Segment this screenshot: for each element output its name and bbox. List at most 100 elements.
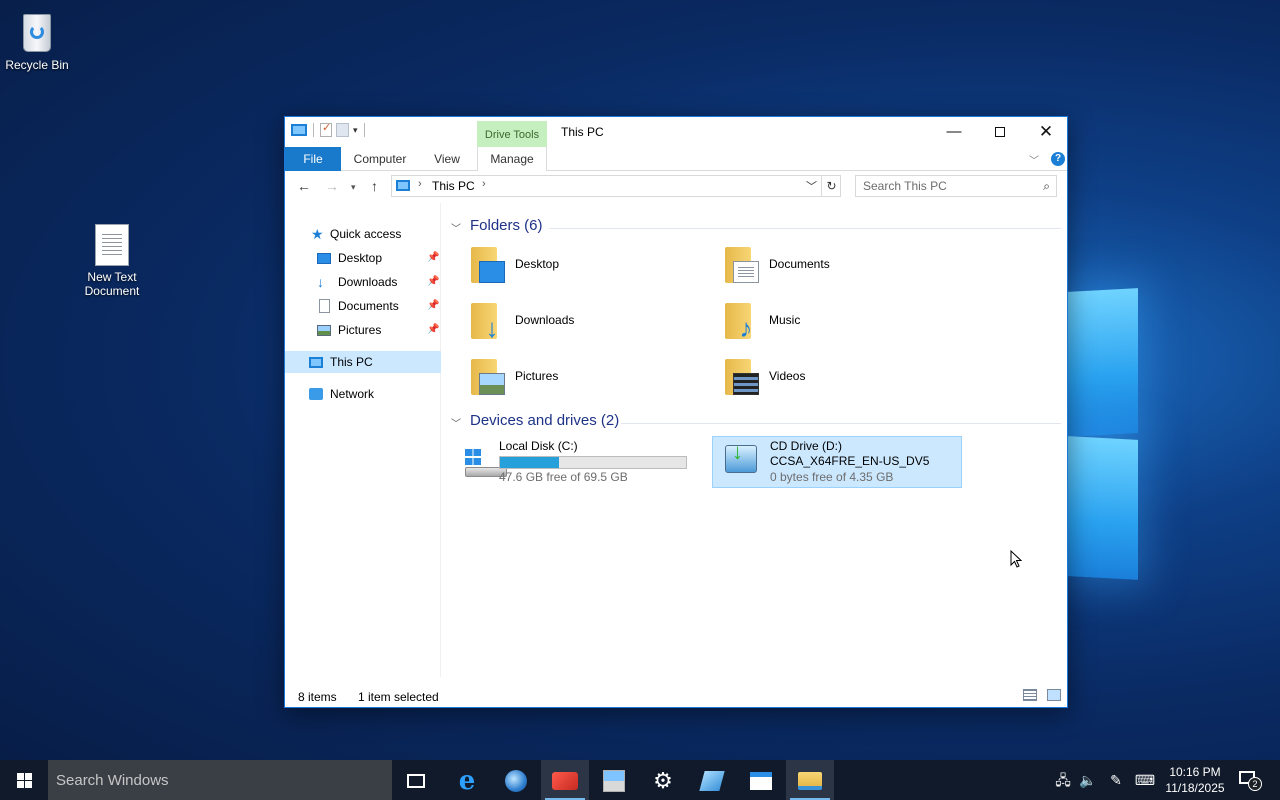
window-app-button[interactable] (737, 760, 785, 800)
expand-ribbon-chevron-icon[interactable]: ﹀ (1029, 152, 1039, 167)
folder-desktop[interactable]: Desktop (445, 241, 695, 291)
up-arrow-icon[interactable]: ↑ (371, 178, 378, 194)
address-dropdown-chevron-icon[interactable]: ﹀ (806, 178, 817, 194)
pen-app-button[interactable] (688, 760, 736, 800)
taskbar-search-box[interactable] (48, 760, 392, 800)
breadcrumb-separator-icon[interactable]: › (482, 178, 486, 190)
documents-folder-icon (725, 245, 765, 285)
computer-icon (396, 180, 410, 191)
content-pane: ﹀ Folders (6) Desktop Documents ↓ Downlo… (445, 203, 1065, 677)
minimize-button[interactable]: — (931, 117, 977, 147)
sidebar-item-label: Pictures (338, 323, 382, 337)
collapse-chevron-icon[interactable]: ﹀ (451, 415, 461, 430)
sidebar-item-network[interactable]: Network (285, 383, 441, 405)
globe-app-button[interactable] (492, 760, 540, 800)
customize-toolbar-chevron-icon[interactable]: ▾ (353, 125, 358, 136)
help-icon[interactable]: ? (1051, 152, 1065, 166)
back-arrow-icon[interactable]: ← (297, 178, 311, 194)
drive-local-disk-c[interactable]: Local Disk (C:) 47.6 GB free of 69.5 GB (445, 437, 695, 489)
keyboard-icon[interactable]: ⌨ (1132, 760, 1158, 800)
selection-info: 1 item selected (358, 690, 439, 704)
drive-free-space: 0 bytes free of 4.35 GB (770, 470, 894, 484)
large-icons-view-icon[interactable] (1047, 689, 1061, 701)
sidebar-item-label: Quick access (330, 227, 402, 241)
file-explorer-button[interactable] (786, 760, 834, 800)
group-header-devices-and-drives[interactable]: ﹀ Devices and drives (2) (449, 412, 1061, 434)
notification-count-badge: 2 (1248, 777, 1262, 791)
settings-gear-icon: ⚙ (653, 768, 673, 794)
maximize-button[interactable] (977, 117, 1023, 147)
sidebar-item-desktop[interactable]: Desktop 📌 (285, 247, 441, 269)
tab-manage[interactable]: Manage (477, 147, 547, 171)
breadcrumb-separator-icon[interactable]: › (418, 178, 422, 190)
refresh-icon[interactable]: ↻ (821, 176, 841, 196)
start-button[interactable] (0, 760, 48, 800)
folder-label: Videos (769, 369, 806, 383)
pin-icon[interactable]: 📌 (427, 295, 439, 317)
pen-workspace-icon[interactable]: ✎ (1104, 760, 1128, 800)
folder-pictures[interactable]: Pictures (445, 353, 695, 403)
recycle-bin-icon (17, 8, 57, 54)
clock[interactable]: 10:16 PM 11/18/2025 (1160, 764, 1230, 796)
red-app-button[interactable] (541, 760, 589, 800)
close-button[interactable]: ✕ (1023, 117, 1069, 147)
network-icon (309, 388, 323, 400)
new-folder-icon[interactable] (336, 123, 349, 137)
sidebar-item-this-pc[interactable]: This PC (285, 351, 441, 373)
downloads-folder-icon: ↓ (471, 301, 511, 341)
group-header-folders[interactable]: ﹀ Folders (6) (449, 217, 1061, 239)
window-app-icon (750, 772, 772, 791)
details-view-icon[interactable] (1023, 689, 1037, 701)
sidebar-item-quick-access[interactable]: ★ Quick access (285, 223, 441, 245)
pin-icon[interactable]: 📌 (427, 271, 439, 293)
search-input[interactable] (856, 176, 1026, 196)
volume-muted-icon[interactable]: 🔈✕ (1076, 760, 1100, 800)
pictures-folder-icon (471, 357, 511, 397)
drive-cd-drive-d[interactable]: ↓ CD Drive (D:) CCSA_X64FRE_EN-US_DV5 0 … (712, 436, 962, 488)
sidebar-item-pictures[interactable]: Pictures 📌 (285, 319, 441, 341)
tab-computer[interactable]: Computer (347, 147, 413, 171)
desktop-icon-new-text-document[interactable]: New Text Document (72, 224, 152, 298)
folder-documents[interactable]: Documents (699, 241, 949, 291)
recent-locations-chevron-icon[interactable]: ▾ (351, 182, 356, 193)
action-center-button[interactable]: 2 (1236, 768, 1262, 792)
network-tray-icon[interactable]: 🖧 (1052, 760, 1074, 800)
breadcrumb-this-pc[interactable]: This PC (432, 179, 475, 193)
drive-free-space: 47.6 GB free of 69.5 GB (499, 470, 628, 484)
tab-view[interactable]: View (423, 147, 471, 171)
forward-arrow-icon[interactable]: → (325, 178, 339, 194)
collapse-chevron-icon[interactable]: ﹀ (451, 220, 461, 235)
download-icon: ↓ (317, 274, 324, 290)
search-box[interactable]: ⌕ (855, 175, 1057, 197)
server-manager-button[interactable] (590, 760, 638, 800)
address-bar[interactable]: › This PC › ﹀ ↻ (391, 175, 841, 197)
settings-button[interactable]: ⚙ (639, 760, 687, 800)
desktop-folder-icon (471, 245, 511, 285)
title-bar[interactable]: ▾ Drive Tools This PC — ✕ (285, 117, 1067, 147)
folder-videos[interactable]: Videos (699, 353, 949, 403)
folder-downloads[interactable]: ↓ Downloads (445, 297, 695, 347)
internet-explorer-button[interactable]: e (443, 760, 491, 800)
file-explorer-icon (798, 772, 822, 791)
folder-label: Pictures (515, 369, 559, 383)
folder-music[interactable]: ♪ Music (699, 297, 949, 347)
taskbar-search-input[interactable] (48, 760, 378, 800)
task-view-icon (407, 774, 425, 789)
status-bar: 8 items 1 item selected (285, 685, 1067, 707)
drive-name: CD Drive (D:) (770, 439, 842, 453)
pin-icon[interactable]: 📌 (427, 247, 439, 269)
tab-file[interactable]: File (285, 147, 341, 171)
desktop-icon-recycle-bin[interactable]: Recycle Bin (0, 8, 77, 72)
task-view-button[interactable] (392, 760, 440, 800)
music-folder-icon: ♪ (725, 301, 765, 341)
navigation-pane: ★ Quick access Desktop 📌 ↓ Downloads 📌 D… (285, 203, 441, 677)
sidebar-item-documents[interactable]: Documents 📌 (285, 295, 441, 317)
globe-icon (505, 770, 527, 793)
pin-icon[interactable]: 📌 (427, 319, 439, 341)
cd-drive-icon: ↓ (723, 439, 767, 479)
sidebar-item-downloads[interactable]: ↓ Downloads 📌 (285, 271, 441, 293)
desktop-icon-label: New Text Document (84, 270, 140, 298)
desktop-icon (317, 253, 331, 264)
properties-icon[interactable] (320, 121, 332, 137)
navigation-bar: ← → ▾ ↑ › This PC › ﹀ ↻ ⌕ (285, 171, 1067, 203)
